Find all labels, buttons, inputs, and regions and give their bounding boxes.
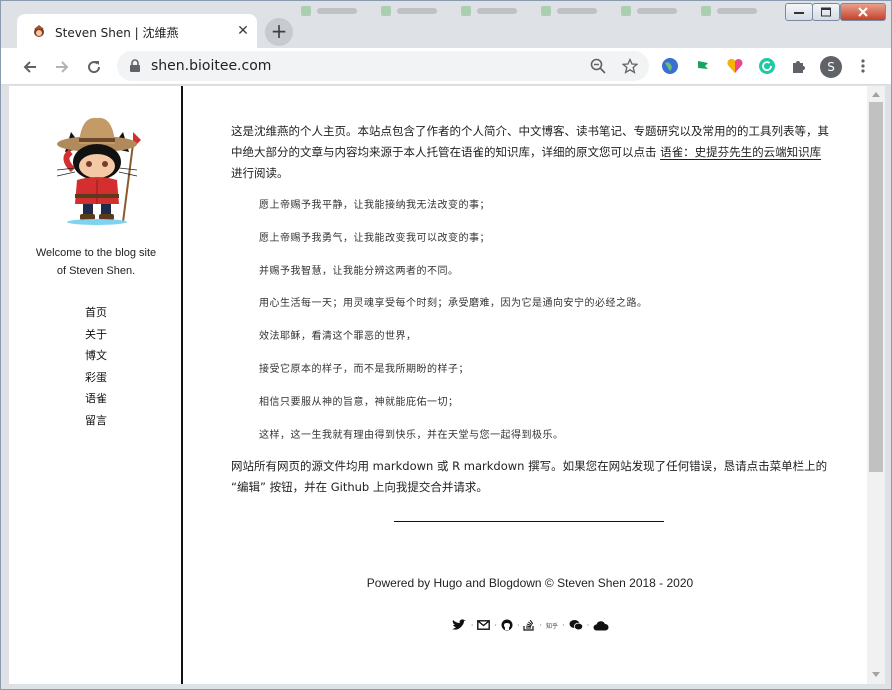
welcome-line-2: of Steven Shen. [56,265,136,277]
maximize-icon [821,7,831,17]
active-tab[interactable]: Steven Shen | 沈维燕 ✕ [17,14,257,49]
footer-credit: Powered by Hugo and Blogdown © Steven Sh… [366,576,694,590]
separator-dot: · [470,620,474,630]
quote-line: 愿上帝赐予我勇气，让我能改变我可以改变的事； [259,232,490,244]
separator-dot: · [586,620,590,630]
browser-toolbar: shen.bioitee.com S [1,48,891,85]
globe-extension-icon[interactable] [660,56,680,76]
main-content: 这是沈维燕的个人主页。本站点包含了作者的个人简介、中文博客、读书笔记、专题研究以… [231,86,829,684]
octocat-mountie-logo[interactable] [43,114,151,226]
arrow-right-icon [56,61,69,73]
browser-window: Steven Shen | 沈维燕 ✕ + shen.bioitee.com S… [0,0,892,690]
nav-item-guestbook[interactable]: 留言 [9,410,183,432]
github-icon[interactable] [501,618,513,632]
separator-dot: · [539,620,543,630]
background-tab-3[interactable] [461,5,517,17]
yuque-link[interactable]: 语雀：史提芬先生的云端知识库 [660,145,822,160]
minimize-icon [794,12,804,14]
arrow-left-icon [23,61,36,73]
close-icon [858,7,868,17]
nav-item-yuque[interactable]: 语雀 [9,388,183,410]
quote-line: 这样，这一生我就有理由得到快乐，并在天堂与您一起得到极乐。 [259,429,564,441]
scroll-up-arrow-icon[interactable] [872,92,880,97]
welcome-line-1: Welcome to the blog site [35,247,157,259]
reload-button[interactable] [81,54,107,80]
wechat-icon[interactable] [569,618,583,632]
tab-title: Steven Shen | 沈维燕 [55,26,179,40]
menu-dots-icon[interactable] [853,56,873,76]
quote-line: 愿上帝赐予我平静，让我能接纳我无法改变的事； [259,200,490,211]
background-tab-5[interactable] [621,5,677,17]
profile-avatar[interactable]: S [820,56,842,78]
puzzle-extensions-icon[interactable] [789,56,809,76]
vertical-scrollbar[interactable] [867,86,885,684]
background-tab-2[interactable] [381,5,437,17]
scroll-down-arrow-icon[interactable] [872,672,880,677]
heart-extension-icon[interactable] [725,56,745,76]
bookmark-star-icon[interactable] [621,57,639,75]
reload-icon [88,61,101,74]
intro-tail: 进行阅读。 [231,166,289,180]
refresh-extension-icon[interactable] [757,56,777,76]
maximize-button[interactable] [812,3,840,21]
scrollbar-thumb[interactable] [869,102,883,472]
sidebar-nav: 首页 关于 博文 彩蛋 语雀 留言 [9,302,183,431]
separator-dot: · [516,620,520,630]
tab-strip: Steven Shen | 沈维燕 ✕ + [1,1,891,49]
social-links: · · · · 知乎 · · [231,618,829,632]
nav-item-posts[interactable]: 博文 [9,345,183,367]
quote-line: 效法耶稣，看清这个罪恶的世界， [259,331,417,343]
separator-dot: · [562,620,565,630]
welcome-text: Welcome to the blog site of Steven Shen. [9,244,183,280]
stack-overflow-icon[interactable] [523,618,535,632]
address-bar[interactable]: shen.bioitee.com [117,51,649,81]
back-button[interactable] [17,54,43,80]
lock-icon[interactable] [129,59,141,73]
background-tab-4[interactable] [541,5,597,17]
intro-paragraph: 这是沈维燕的个人主页。本站点包含了作者的个人简介、中文博客、读书笔记、专题研究以… [231,121,829,184]
email-icon[interactable] [477,618,491,632]
zhihu-link[interactable]: 知乎 [546,618,558,632]
separator-dot: · [494,620,497,630]
quote-line: 并赐予我智慧，让我能分辨这两者的不同。 [259,265,459,277]
nav-item-easter-egg[interactable]: 彩蛋 [9,367,183,389]
cloud-icon[interactable] [593,618,609,632]
sidebar: Welcome to the blog site of Steven Shen.… [9,86,183,684]
forward-button[interactable] [49,54,75,80]
close-window-button[interactable] [840,3,886,21]
nav-item-about[interactable]: 关于 [9,324,183,346]
quote-line: 用心生活每一天；用灵魂享受每个时刻；承受磨难，因为它是通向安宁的必经之路。 [259,298,648,310]
quote-line: 相信只要服从神的旨意，神就能庇佑一切； [259,396,459,408]
tab-close-icon[interactable]: ✕ [235,22,251,40]
flag-extension-icon[interactable] [693,56,713,76]
minimize-button[interactable] [785,3,813,21]
quote-line: 接受它原本的样子，而不是我所期盼的样子； [259,363,469,375]
page-viewport: Welcome to the blog site of Steven Shen.… [9,86,885,684]
background-tab-6[interactable] [701,5,757,17]
twitter-bird-icon[interactable] [451,618,467,632]
url-text[interactable]: shen.bioitee.com [151,58,271,74]
serenity-prayer: 愿上帝赐予我平静，让我能接纳我无法改变的事； 愿上帝赐予我勇气，让我能改变我可以… [259,196,829,458]
zoom-icon[interactable] [589,57,607,75]
nav-item-home[interactable]: 首页 [9,302,183,324]
octocat-favicon-icon [34,25,44,37]
background-tab-1[interactable] [301,5,357,17]
new-tab-button[interactable]: + [265,18,293,46]
footer-divider [394,521,664,522]
source-note: 网站所有网页的源文件均用 markdown 或 R markdown 撰写。如果… [231,459,828,494]
